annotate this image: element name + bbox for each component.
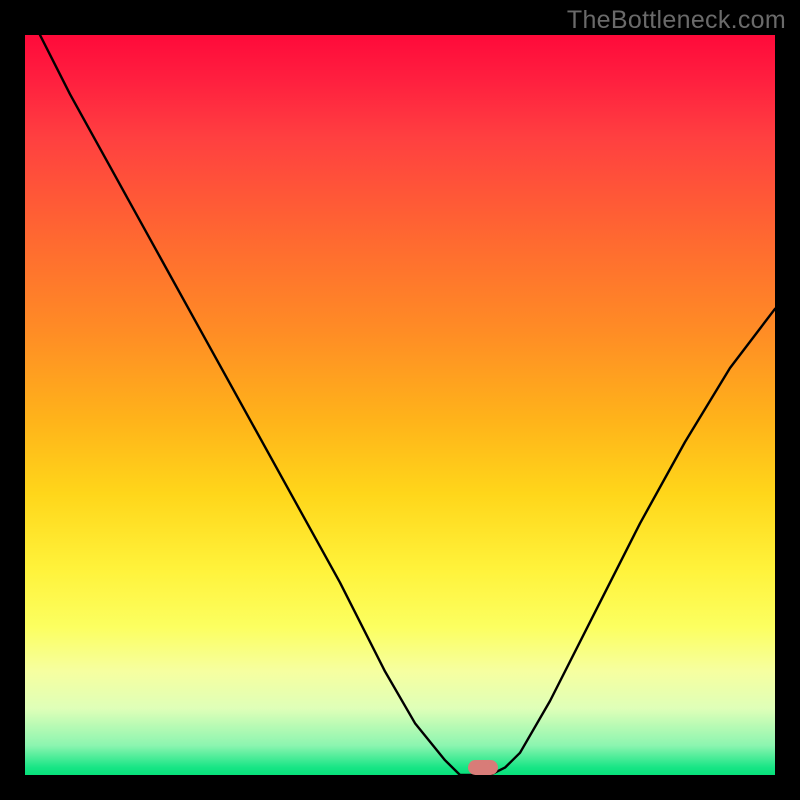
chart-frame: TheBottleneck.com — [0, 0, 800, 800]
plot-area — [25, 35, 775, 775]
optimum-marker — [468, 760, 498, 775]
watermark-text: TheBottleneck.com — [567, 6, 786, 35]
bottleneck-curve — [25, 35, 775, 775]
curve-path — [40, 35, 775, 775]
